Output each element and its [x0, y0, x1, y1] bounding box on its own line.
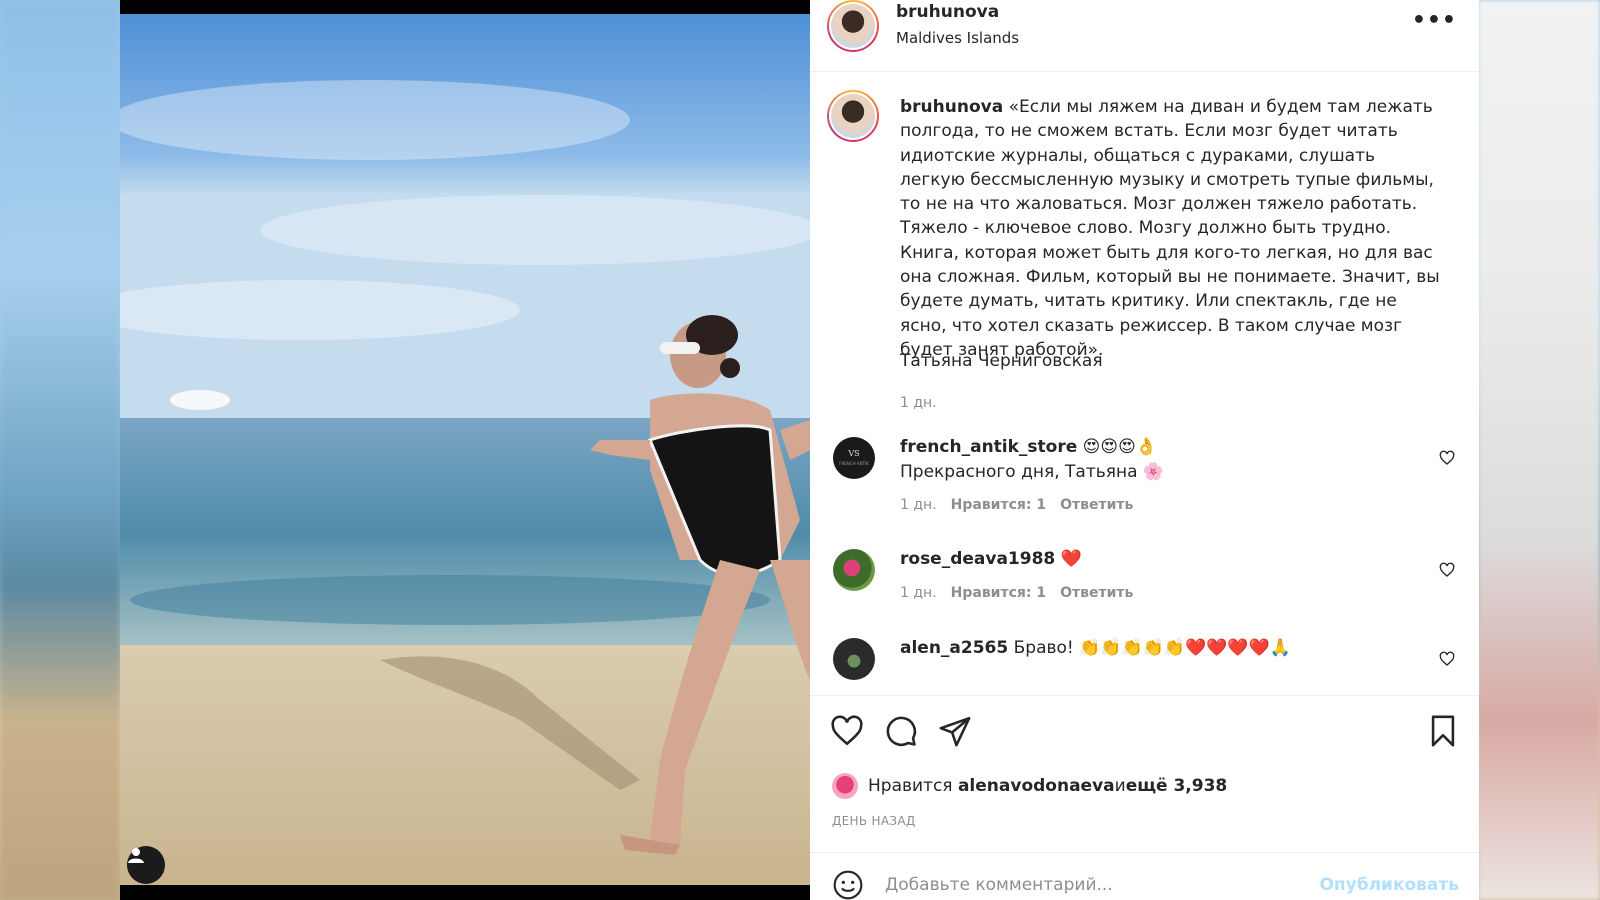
author-avatar[interactable]	[827, 0, 879, 52]
liker-username[interactable]: alenavodonaeva	[958, 776, 1115, 796]
background-blur-left	[0, 0, 120, 900]
likes-middle: и	[1114, 776, 1126, 796]
emoji-icon[interactable]	[832, 869, 864, 900]
more-options-icon[interactable]: •••	[1412, 8, 1457, 33]
comment-time[interactable]: 1 дн.	[900, 497, 937, 513]
comment-like-icon[interactable]	[1439, 651, 1455, 667]
reply-button[interactable]: Ответить	[1060, 497, 1133, 513]
comment-body-line2: Прекрасного дня, Татьяна 🌸	[900, 462, 1165, 482]
comment-likes[interactable]: Нравится: 1	[951, 497, 1046, 513]
publish-button[interactable]: Опубликовать	[1319, 875, 1459, 895]
comment-like-icon[interactable]	[1439, 450, 1455, 466]
comment-body: ❤️	[1055, 549, 1082, 569]
heart-icon[interactable]	[830, 714, 864, 748]
likes-count[interactable]: ещё 3,938	[1126, 776, 1228, 796]
beach-photo	[120, 0, 810, 900]
comment-body: 😍😍😍👌	[1077, 437, 1158, 457]
commenter-avatar[interactable]: VS FRENCH ANTIK	[833, 437, 875, 479]
comment-body: Браво! 👏👏👏👏👏❤️❤️❤️❤️🙏	[1008, 638, 1291, 658]
post-date[interactable]: ДЕНЬ НАЗАД	[832, 814, 916, 828]
caption-author: Татьяна Черниговская	[900, 351, 1103, 371]
svg-text:VS: VS	[847, 449, 859, 458]
caption-text: bruhunova «Если мы ляжем на диван и буде…	[900, 95, 1440, 362]
caption-time[interactable]: 1 дн.	[900, 395, 937, 411]
svg-text:FRENCH ANTIK: FRENCH ANTIK	[839, 461, 869, 466]
caption-username[interactable]: bruhunova	[900, 97, 1003, 117]
action-bar: Нравится alenavodonaeva и ещё 3,938 ДЕНЬ…	[810, 695, 1479, 845]
comment-text: french_antik_store 😍😍😍👌 Прекрасного дня, …	[900, 435, 1164, 485]
comment-text: rose_deava1988 ❤️	[900, 547, 1082, 572]
comment-meta: 1 дн. Нравится: 1 Ответить	[900, 585, 1147, 601]
tagged-user-icon[interactable]	[127, 846, 165, 884]
post-photo[interactable]	[120, 0, 810, 900]
background-blur-right	[1478, 0, 1600, 900]
likes-prefix: Нравится	[868, 776, 953, 796]
commenter-avatar[interactable]	[833, 549, 875, 591]
comment-text: alen_a2565 Браво! 👏👏👏👏👏❤️❤️❤️❤️🙏	[900, 636, 1291, 661]
post-header: bruhunova Maldives Islands •••	[810, 0, 1479, 72]
likes-summary[interactable]: Нравится alenavodonaeva и ещё 3,938	[832, 773, 1227, 799]
commenter-username[interactable]: rose_deava1988	[900, 549, 1055, 569]
post-panel: bruhunova Maldives Islands ••• bruhunova…	[810, 0, 1479, 900]
commenter-username[interactable]: french_antik_store	[900, 437, 1077, 457]
comment-input[interactable]	[885, 871, 1305, 899]
comments-list[interactable]: bruhunova «Если мы ляжем на диван и буде…	[810, 73, 1479, 695]
bookmark-icon[interactable]	[1426, 714, 1460, 748]
commenter-avatar[interactable]	[833, 638, 875, 680]
commenter-username[interactable]: alen_a2565	[900, 638, 1008, 658]
send-icon[interactable]	[938, 714, 972, 748]
comment-like-icon[interactable]	[1439, 562, 1455, 578]
comment-time[interactable]: 1 дн.	[900, 585, 937, 601]
caption-body: «Если мы ляжем на диван и будем там лежа…	[900, 97, 1440, 360]
comment-icon[interactable]	[884, 714, 918, 748]
comment-meta: 1 дн. Нравится: 1 Ответить	[900, 497, 1147, 513]
author-username[interactable]: bruhunova	[896, 2, 999, 22]
post-location[interactable]: Maldives Islands	[896, 29, 1019, 47]
caption-avatar[interactable]	[827, 90, 879, 142]
add-comment-bar: Опубликовать	[810, 852, 1479, 900]
liker-avatar[interactable]	[832, 773, 858, 799]
reply-button[interactable]: Ответить	[1060, 585, 1133, 601]
comment-likes[interactable]: Нравится: 1	[951, 585, 1046, 601]
